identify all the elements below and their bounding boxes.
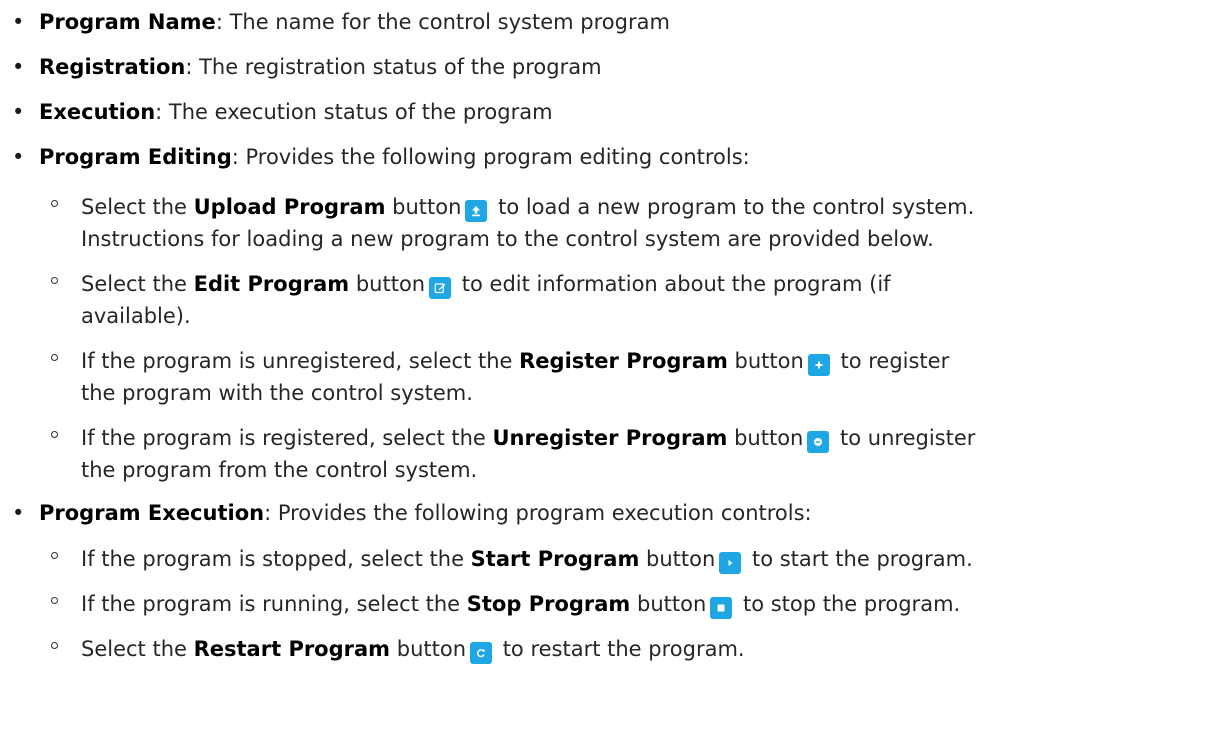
sub-text: button — [390, 637, 467, 661]
sub-text: to stop the program. — [736, 592, 961, 616]
sub-text-continued: the program with the control system. — [81, 381, 473, 405]
sub-text: to start the program. — [745, 547, 973, 571]
sub-text: button — [385, 195, 462, 219]
list-item: • Execution: The execution status of the… — [0, 96, 1216, 128]
list-item: • Program Name: The name for the control… — [0, 6, 1216, 38]
bullet: • — [12, 55, 25, 79]
sub-text: to load a new program to the control sys… — [491, 195, 975, 219]
term: Program Editing — [39, 145, 232, 169]
restart-icon[interactable] — [470, 642, 493, 664]
sub-list-item: If the program is unregistered, select t… — [39, 345, 1216, 409]
keyword: Register Program — [519, 349, 728, 373]
circle-bullet — [51, 354, 58, 361]
plus-icon[interactable] — [807, 354, 830, 376]
circle-bullet — [51, 200, 58, 207]
sub-text: If the program is stopped, select the — [81, 547, 471, 571]
sub-list-item: Select the Restart Program button to res… — [39, 633, 1216, 665]
sub-list-item: Select the Edit Program button to edit i… — [39, 268, 1216, 332]
term: Program Name — [39, 10, 216, 34]
sub-list-item: Select the Upload Program button to load… — [39, 191, 1216, 255]
sub-text: button — [727, 349, 804, 373]
editing-controls-list: Select the Upload Program button to load… — [39, 191, 1216, 486]
sub-text: to edit information about the program (i… — [455, 272, 891, 296]
sub-text: button — [349, 272, 426, 296]
sub-text-continued: available). — [81, 304, 191, 328]
circle-bullet — [51, 277, 58, 284]
sub-list-item: If the program is registered, select the… — [39, 422, 1216, 486]
upload-icon[interactable] — [465, 200, 488, 222]
sub-text: to restart the program. — [496, 637, 745, 661]
term-desc: : The name for the control system progra… — [215, 10, 670, 34]
sub-text: to register — [833, 349, 950, 373]
keyword: Stop Program — [466, 592, 631, 616]
keyword: Restart Program — [193, 637, 391, 661]
bullet: • — [12, 501, 25, 525]
term-desc: : The registration status of the program — [185, 55, 602, 79]
sub-list-item: If the program is running, select the St… — [39, 588, 1216, 620]
term-desc: : Provides the following program editing… — [231, 145, 750, 169]
execution-controls-list: If the program is stopped, select the St… — [39, 543, 1216, 665]
term-desc: : Provides the following program executi… — [264, 501, 812, 525]
keyword: Edit Program — [193, 272, 350, 296]
field-list: • Program Name: The name for the control… — [0, 6, 1216, 665]
play-icon[interactable] — [719, 552, 742, 574]
sub-text: button — [727, 426, 804, 450]
circle-bullet — [51, 431, 58, 438]
sub-text: button — [639, 547, 716, 571]
list-item: • Registration: The registration status … — [0, 51, 1216, 83]
term-desc: : The execution status of the program — [155, 100, 553, 124]
keyword: Start Program — [470, 547, 640, 571]
sub-text-continued: the program from the control system. — [81, 458, 478, 482]
sub-text: button — [630, 592, 707, 616]
term: Registration — [39, 55, 186, 79]
term: Execution — [39, 100, 156, 124]
keyword: Upload Program — [193, 195, 386, 219]
sub-list-item: If the program is stopped, select the St… — [39, 543, 1216, 575]
minus-icon[interactable] — [807, 431, 830, 453]
circle-bullet — [51, 597, 58, 604]
list-item: • Program Editing: Provides the followin… — [0, 141, 1216, 486]
bullet: • — [12, 145, 25, 169]
sub-text-continued: Instructions for loading a new program t… — [81, 227, 934, 251]
document: • Program Name: The name for the control… — [0, 6, 1216, 665]
stop-icon[interactable] — [710, 597, 733, 619]
keyword: Unregister Program — [492, 426, 728, 450]
bullet: • — [12, 100, 25, 124]
sub-text: Select the — [81, 272, 194, 296]
circle-bullet — [51, 552, 58, 559]
sub-text: Select the — [81, 195, 194, 219]
sub-text: If the program is unregistered, select t… — [81, 349, 520, 373]
edit-icon[interactable] — [429, 277, 452, 299]
circle-bullet — [51, 642, 58, 649]
bullet: • — [12, 10, 25, 34]
list-item: • Program Execution: Provides the follow… — [0, 497, 1216, 665]
sub-text: to unregister — [833, 426, 976, 450]
sub-text: If the program is registered, select the — [81, 426, 493, 450]
sub-text: Select the — [81, 637, 194, 661]
sub-text: If the program is running, select the — [81, 592, 467, 616]
term: Program Execution — [39, 501, 265, 525]
